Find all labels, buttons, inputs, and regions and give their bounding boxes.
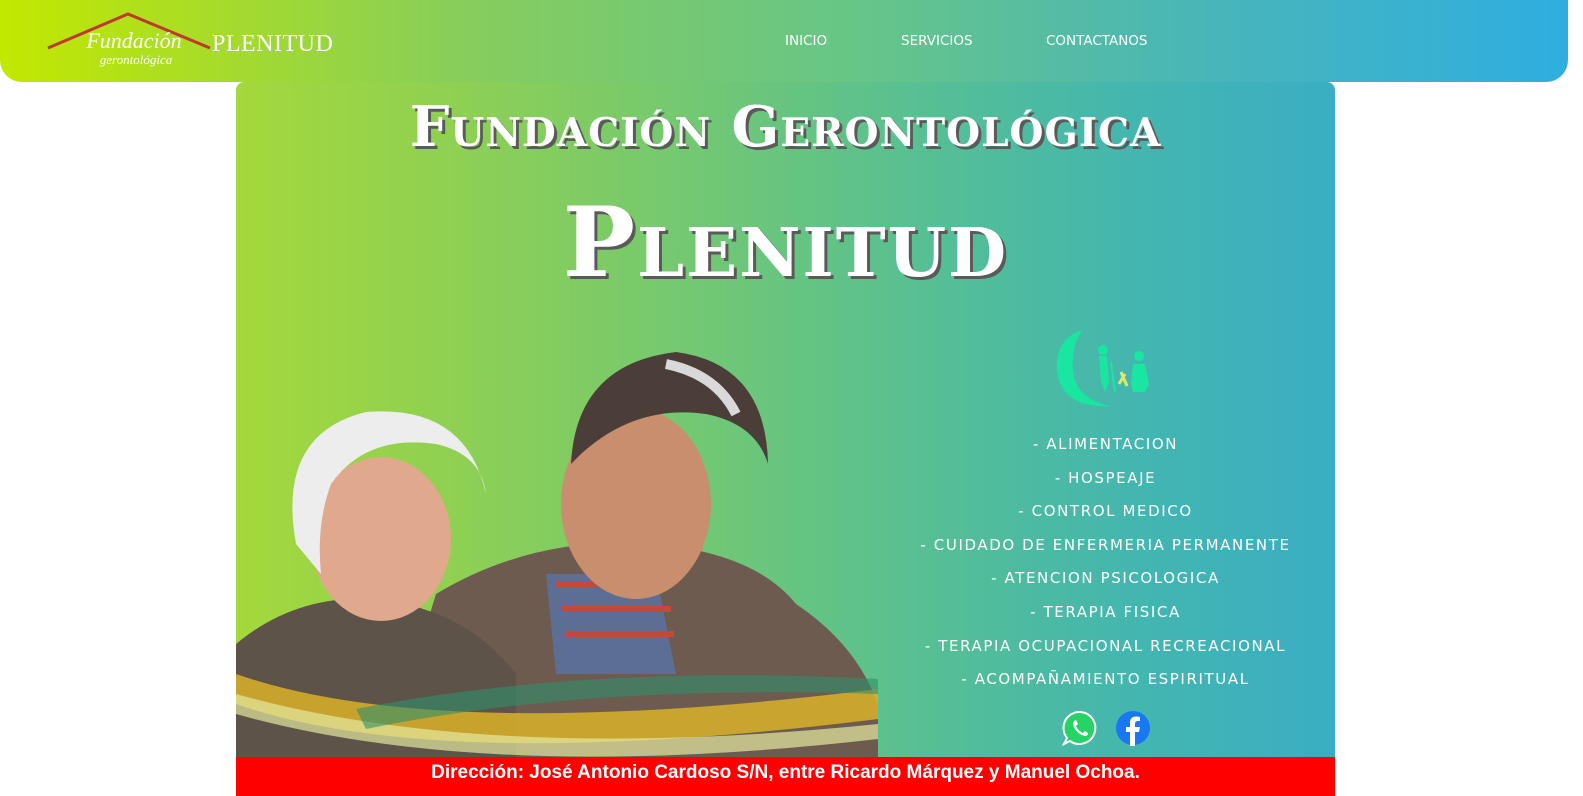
hero-section: Fundación Gerontológica Plenitud - ALIME…	[236, 82, 1335, 757]
service-item: - ACOMPAÑAMIENTO ESPIRITUAL	[961, 670, 1250, 689]
service-item: - TERAPIA OCUPACIONAL RECREACIONAL	[924, 636, 1287, 655]
nav-servicios[interactable]: SERVICIOS	[901, 33, 973, 49]
service-item: - HOSPEAJE	[1054, 468, 1157, 487]
service-item: - ATENCION PSICOLOGICA	[991, 569, 1220, 588]
hero-title-line2: Plenitud	[562, 186, 1009, 299]
whatsapp-link[interactable]	[1061, 710, 1098, 747]
elderly-care-logo-icon	[1056, 330, 1149, 407]
nav-contactanos[interactable]: CONTACTANOS	[1046, 33, 1148, 49]
services-list: - ALIMENTACION - HOSPEAJE - CONTROL MEDI…	[896, 432, 1315, 701]
facebook-link[interactable]	[1115, 710, 1151, 746]
logo-script-line2: gerontológica	[100, 52, 173, 67]
service-item: - TERAPIA FISICA	[1030, 602, 1181, 621]
top-navbar: Fundación gerontológica PLENITUD INICIO …	[0, 0, 1568, 82]
service-item: - ALIMENTACION	[1032, 435, 1179, 453]
address-bar: Dirección: José Antonio Cardoso S/N, ent…	[236, 757, 1335, 796]
elderly-couple-photo	[236, 352, 878, 757]
service-item: - CONTROL MEDICO	[1018, 502, 1193, 521]
service-item: - CUIDADO DE ENFERMERIA PERMANENTE	[920, 535, 1291, 554]
facebook-icon	[1116, 711, 1150, 746]
logo-script-line1: Fundación	[85, 28, 181, 53]
logo[interactable]: Fundación gerontológica PLENITUD	[46, 10, 346, 72]
hero-title-line1: Fundación Gerontológica	[409, 94, 1162, 160]
logo-roof-graphic: Fundación gerontológica	[47, 12, 211, 67]
whatsapp-icon	[1061, 710, 1097, 747]
logo-brand-text: PLENITUD	[212, 31, 334, 57]
nav-inicio[interactable]: INICIO	[785, 33, 827, 49]
